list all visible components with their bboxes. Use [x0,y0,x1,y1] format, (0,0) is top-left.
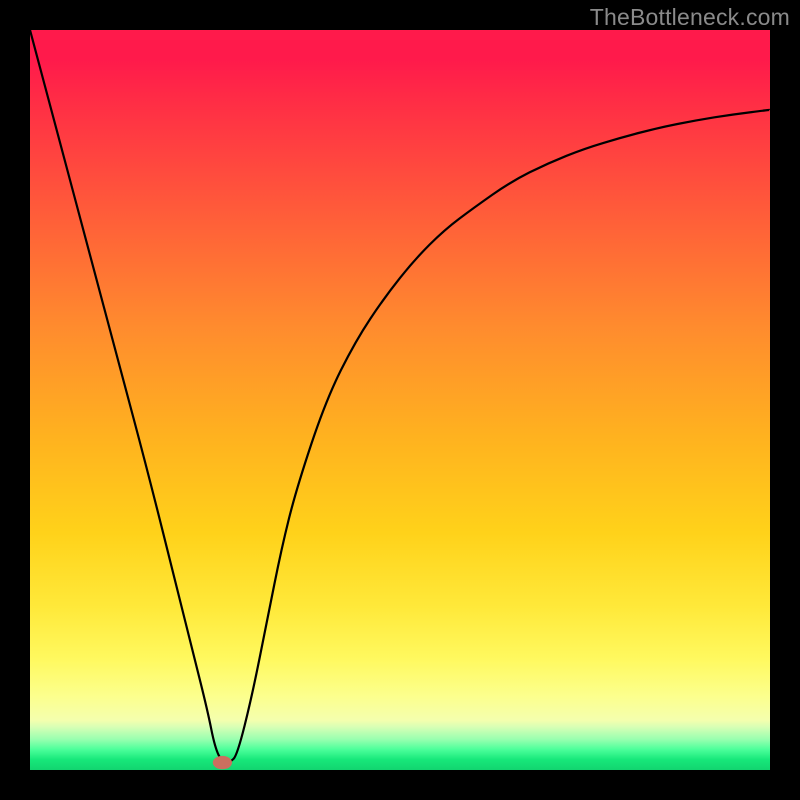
chart-frame: TheBottleneck.com [0,0,800,800]
optimal-point-marker [213,756,232,769]
bottleneck-curve [30,30,770,770]
plot-area [30,30,770,770]
watermark-text: TheBottleneck.com [590,4,790,31]
